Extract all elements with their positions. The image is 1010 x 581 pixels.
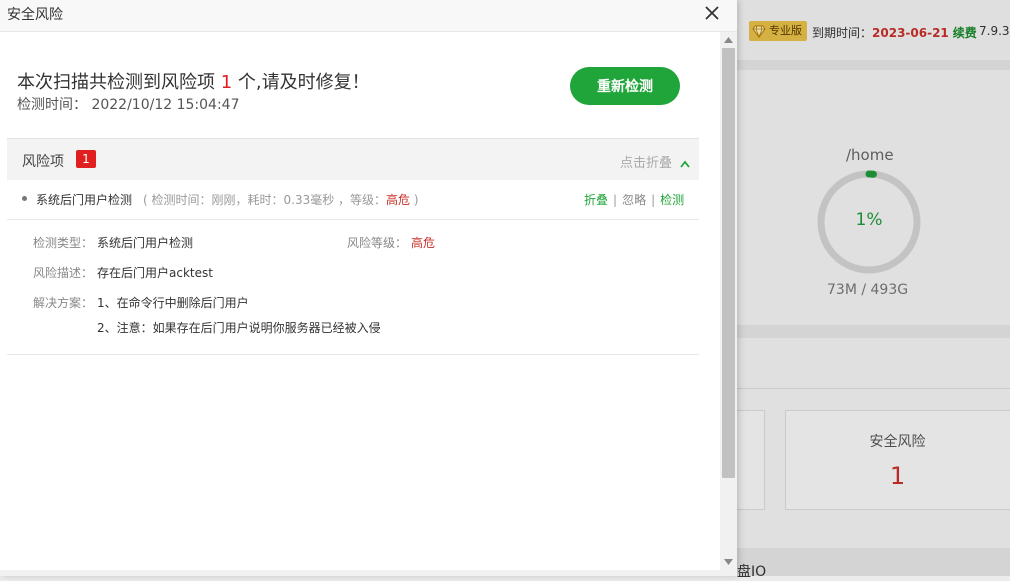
- summary-count: 1: [220, 72, 233, 93]
- risk-item-name: 系统后门用户检测: [36, 193, 133, 207]
- detail-level-value: 高危: [411, 236, 436, 250]
- security-risk-dialog: 安全风险 本次扫描共检测到风险项 1 个,请及时修复！ 检测时间： 2022/1…: [0, 0, 737, 576]
- bullet-icon: [22, 196, 27, 201]
- chevron-up-icon: [680, 160, 690, 168]
- dialog-title: 安全风险: [7, 7, 63, 23]
- rescan-button[interactable]: 重新检测: [570, 67, 680, 105]
- detail-desc-label: 风险描述：: [33, 266, 94, 280]
- summary-prefix: 本次扫描共检测到风险项: [17, 72, 221, 93]
- risk-item-meta-suffix: ): [410, 193, 419, 207]
- detail-solution-step-2: 2、注意：如果存在后门用户说明你服务器已经被入侵: [97, 321, 381, 335]
- detail-solution-label: 解决方案：: [33, 296, 94, 310]
- risk-count-badge: 1: [76, 150, 96, 168]
- risk-item-details: 检测类型： 系统后门用户检测 风险等级： 高危 风险描述： 存在后门用户ackt…: [7, 219, 699, 355]
- risk-section-label: 风险项: [22, 154, 64, 170]
- scan-time: 检测时间： 2022/10/12 15:04:47: [17, 94, 239, 114]
- risk-item-row: 系统后门用户检测 ( 检测时间：刚刚，耗时：0.33毫秒 ，等级：高危 ) 折叠…: [7, 179, 699, 220]
- scroll-up-arrow-icon[interactable]: [724, 37, 733, 43]
- risk-item-meta-prefix: ( 检测时间：刚刚，耗时：0.33毫秒 ，等级：: [143, 193, 387, 207]
- scroll-down-arrow-icon[interactable]: [724, 559, 733, 565]
- horizontal-scrollbar[interactable]: [0, 570, 720, 576]
- ignore-link[interactable]: 忽略: [622, 193, 646, 207]
- fold-link[interactable]: 折叠: [584, 193, 608, 207]
- action-separator: |: [613, 193, 618, 207]
- detail-type-label: 检测类型：: [33, 236, 94, 250]
- dialog-body: 本次扫描共检测到风险项 1 个,请及时修复！ 检测时间： 2022/10/12 …: [0, 32, 720, 576]
- close-icon[interactable]: [702, 3, 722, 23]
- collapse-all-link[interactable]: 点击折叠: [620, 152, 690, 171]
- risk-item-actions: 折叠 | 忽略 | 检测: [584, 191, 684, 208]
- detail-desc-value: 存在后门用户acktest: [97, 266, 213, 280]
- scan-summary: 本次扫描共检测到风险项 1 个,请及时修复！: [17, 68, 370, 94]
- dialog-header: 安全风险: [0, 0, 737, 32]
- collapse-all-label: 点击折叠: [620, 156, 673, 171]
- risk-section-header: 风险项 1 点击折叠: [7, 138, 699, 180]
- detail-solution-step-1: 1、在命令行中删除后门用户: [97, 296, 249, 310]
- summary-suffix: 个,请及时修复！: [232, 72, 370, 93]
- risk-item-level: 高危: [386, 193, 411, 207]
- detail-type-value: 系统后门用户检测: [97, 236, 194, 250]
- action-separator: |: [651, 193, 656, 207]
- scan-time-value: 2022/10/12 15:04:47: [91, 97, 240, 113]
- vertical-scrollbar[interactable]: [720, 32, 737, 576]
- scrollbar-thumb[interactable]: [722, 48, 735, 478]
- detail-level-label: 风险等级：: [347, 236, 408, 250]
- check-link[interactable]: 检测: [660, 193, 684, 207]
- risk-item-meta: ( 检测时间：刚刚，耗时：0.33毫秒 ，等级：高危 ): [143, 191, 419, 208]
- scan-time-label: 检测时间：: [17, 97, 87, 113]
